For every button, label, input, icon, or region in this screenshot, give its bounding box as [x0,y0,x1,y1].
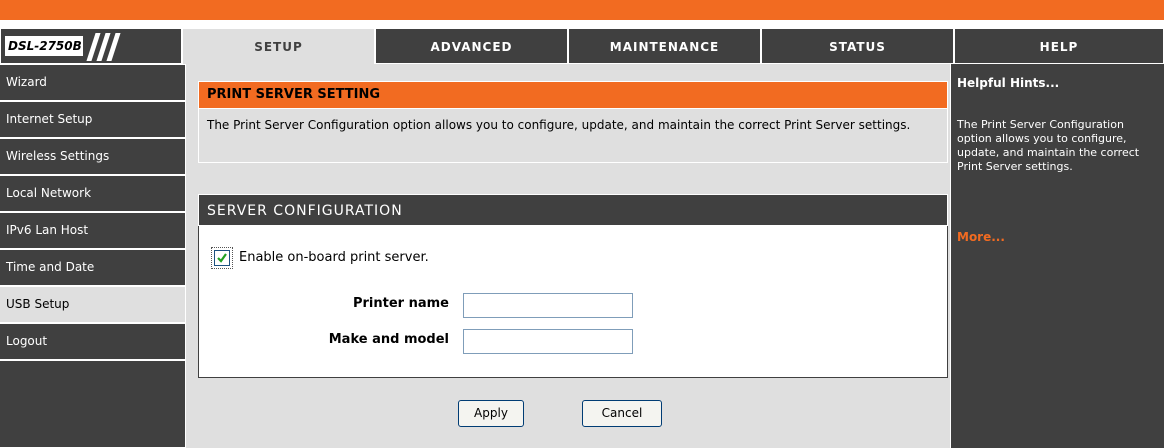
tab-status[interactable]: STATUS [761,28,954,64]
make-model-label: Make and model [328,332,449,347]
enable-print-server-label: Enable on-board print server. [239,250,429,265]
enable-print-server-checkbox[interactable] [211,247,233,269]
sidebar-item-logout[interactable]: Logout [0,323,186,360]
brand-logo-area: DSL-2750B [0,28,182,64]
tab-maintenance[interactable]: MAINTENANCE [568,28,761,64]
helpful-hints-panel: Helpful Hints... The Print Server Config… [950,64,1164,448]
tab-advanced[interactable]: ADVANCED [375,28,568,64]
cancel-button[interactable]: Cancel [582,400,662,427]
sidebar-filler [0,360,186,448]
printer-name-label: Printer name [352,296,449,311]
sidebar-item-local-network[interactable]: Local Network [0,175,186,212]
printer-name-input[interactable] [463,293,633,318]
make-model-input[interactable] [463,329,633,354]
checkbox-box[interactable] [214,250,230,266]
sidebar-item-wizard[interactable]: Wizard [0,64,186,101]
sidebar-item-ipv6-lan-host[interactable]: IPv6 Lan Host [0,212,186,249]
apply-button[interactable]: Apply [458,400,524,427]
top-spacer [0,20,1164,28]
tab-help[interactable]: HELP [954,28,1164,64]
help-more-link[interactable]: More... [957,230,1005,244]
main-content: PRINT SERVER SETTING The Print Server Co… [186,64,950,448]
help-title: Helpful Hints... [957,76,1060,90]
sidebar-item-usb-setup[interactable]: USB Setup [0,286,186,323]
sidebar: Wizard Internet Setup Wireless Settings … [0,64,186,448]
help-text: The Print Server Configuration option al… [957,118,1140,173]
print-server-description: The Print Server Configuration option al… [198,109,948,163]
server-config-title: SERVER CONFIGURATION [198,194,948,226]
sidebar-item-time-and-date[interactable]: Time and Date [0,249,186,286]
checkmark-icon [217,253,227,263]
model-name: DSL-2750B [5,36,83,56]
server-config-panel: Enable on-board print server. Printer na… [198,226,948,378]
sidebar-item-internet-setup[interactable]: Internet Setup [0,101,186,138]
tab-setup[interactable]: SETUP [182,28,375,65]
top-accent-bar [0,0,1164,20]
print-server-title: PRINT SERVER SETTING [198,81,948,109]
sidebar-item-wireless-settings[interactable]: Wireless Settings [0,138,186,175]
